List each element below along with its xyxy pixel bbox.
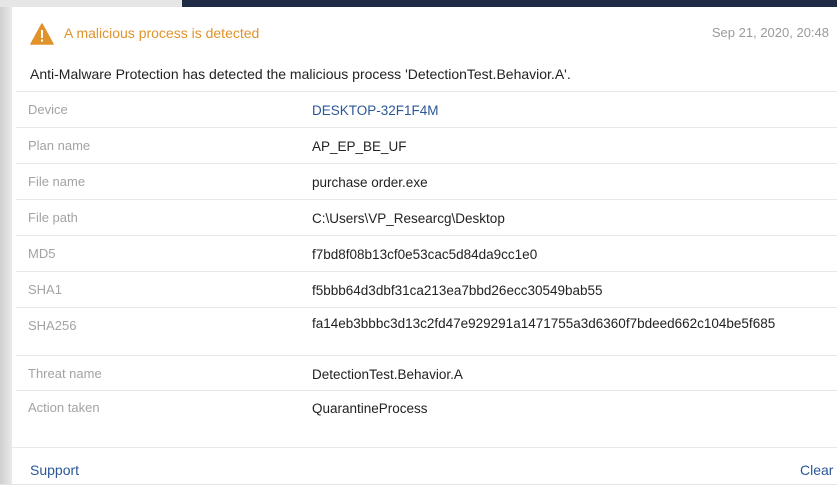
- detail-row-plan-name: Plan name AP_EP_BE_UF: [16, 128, 837, 164]
- detail-row-file-path: File path C:\Users\VP_Researcg\Desktop: [16, 200, 837, 236]
- detail-value: fa14eb3bbbc3d13c2fd47e929291a1471755a3d6…: [312, 316, 776, 331]
- detail-row-file-name: File name purchase order.exe: [16, 164, 837, 200]
- detail-row-device: Device DESKTOP-32F1F4M: [16, 91, 837, 128]
- details-table: Device DESKTOP-32F1F4M Plan name AP_EP_B…: [16, 91, 837, 424]
- clear-button[interactable]: Clear: [800, 462, 833, 478]
- detail-label: Device: [28, 102, 68, 117]
- detail-label: Plan name: [28, 138, 91, 153]
- window-title-bar: [182, 0, 837, 7]
- detail-value: DetectionTest.Behavior.A: [312, 367, 463, 382]
- top-strip: [0, 0, 837, 7]
- detail-label: File path: [28, 210, 78, 225]
- alert-card: A malicious process is detected Sep 21, …: [12, 7, 837, 484]
- detail-label: SHA256: [28, 318, 77, 333]
- detail-label: Threat name: [28, 366, 102, 381]
- left-panel-edge: [0, 7, 12, 484]
- detail-label: Action taken: [28, 400, 100, 415]
- alert-title: A malicious process is detected: [64, 25, 260, 41]
- detail-value: purchase order.exe: [312, 175, 428, 190]
- detail-value: QuarantineProcess: [312, 401, 428, 416]
- detail-row-threat-name: Threat name DetectionTest.Behavior.A: [16, 356, 837, 391]
- warning-triangle-icon: [30, 23, 54, 45]
- device-link[interactable]: DESKTOP-32F1F4M: [312, 102, 837, 119]
- detail-label: File name: [28, 174, 86, 189]
- detail-value: C:\Users\VP_Researcg\Desktop: [312, 211, 505, 226]
- detail-label: SHA1: [28, 282, 62, 297]
- detail-row-sha256: SHA256 fa14eb3bbbc3d13c2fd47e929291a1471…: [16, 308, 837, 356]
- support-link[interactable]: Support: [30, 462, 79, 478]
- detail-value: f5bbb64d3dbf31ca213ea7bbd26ecc30549bab55: [312, 283, 603, 298]
- alert-timestamp: Sep 21, 2020, 20:48: [711, 25, 829, 40]
- detail-label: MD5: [28, 246, 56, 261]
- detail-row-action-taken: Action taken QuarantineProcess: [16, 391, 837, 424]
- detail-value: f7bd8f08b13cf0e53cac5d84da9cc1e0: [312, 247, 538, 262]
- detail-row-sha1: SHA1 f5bbb64d3dbf31ca213ea7bbd26ecc30549…: [16, 272, 837, 308]
- alert-footer: Support Clear: [12, 447, 837, 485]
- detail-value: AP_EP_BE_UF: [312, 139, 407, 154]
- alert-description: Anti-Malware Protection has detected the…: [30, 66, 571, 82]
- detail-row-md5: MD5 f7bd8f08b13cf0e53cac5d84da9cc1e0: [16, 236, 837, 272]
- alert-header: A malicious process is detected Sep 21, …: [12, 7, 837, 59]
